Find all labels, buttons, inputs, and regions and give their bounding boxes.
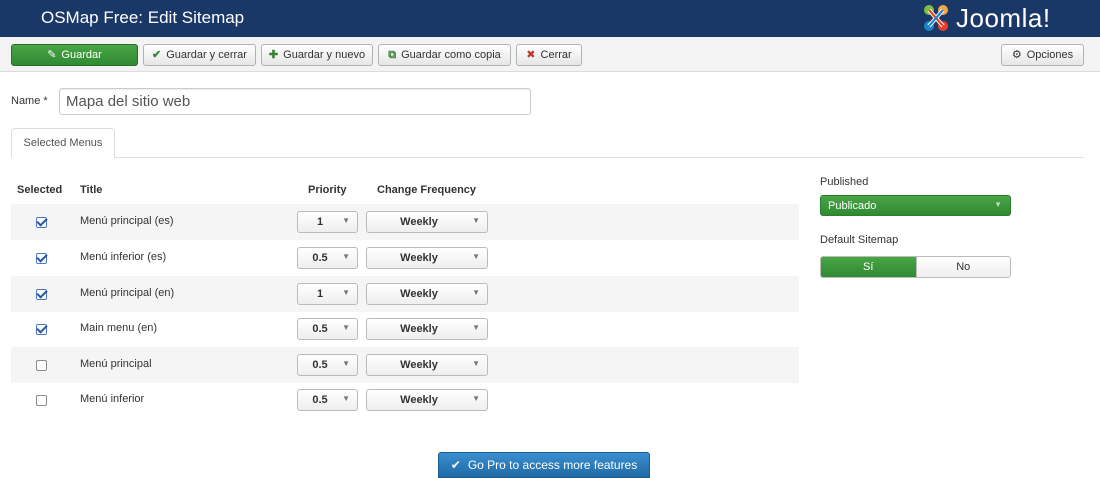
table-row: Main menu (en) 0.5 ▼ Weekly ▼ (11, 311, 799, 347)
caret-down-icon: ▼ (342, 323, 350, 332)
save-copy-button[interactable]: ⧉ Guardar como copia (378, 44, 511, 66)
name-input[interactable] (59, 88, 531, 115)
joomla-wordmark: Joomla! (956, 2, 1051, 33)
frequency-value: Weekly (400, 252, 438, 264)
caret-down-icon: ▼ (342, 288, 350, 297)
row-title: Menú principal (en) (80, 287, 175, 299)
caret-down-icon: ▼ (472, 288, 480, 297)
frequency-value: Weekly (400, 216, 438, 228)
priority-value: 0.5 (312, 252, 328, 264)
edit-icon: ✎ (47, 48, 57, 61)
column-header-priority: Priority (308, 184, 347, 196)
row-select-checkbox[interactable] (36, 289, 47, 300)
change-frequency-select[interactable]: Weekly ▼ (366, 211, 488, 233)
admin-header: OSMap Free: Edit Sitemap Joomla! (0, 0, 1100, 37)
go-pro-button[interactable]: ✔ Go Pro to access more features (438, 452, 650, 478)
default-sitemap-yes[interactable]: Sí (821, 257, 916, 277)
caret-down-icon: ▼ (472, 394, 480, 403)
save-close-button-label: Guardar y cerrar (166, 49, 247, 61)
caret-down-icon: ▼ (472, 216, 480, 225)
caret-down-icon: ▼ (342, 394, 350, 403)
toolbar: ✎ Guardar ✔ Guardar y cerrar ✚ Guardar y… (0, 37, 1100, 72)
frequency-value: Weekly (400, 323, 438, 335)
save-new-button[interactable]: ✚ Guardar y nuevo (261, 44, 373, 66)
row-select-checkbox[interactable] (36, 217, 47, 228)
priority-value: 1 (316, 288, 324, 300)
check-icon: ✔ (152, 48, 162, 61)
table-row: Menú principal (en) 1 ▼ Weekly ▼ (11, 276, 799, 312)
options-button-label: Opciones (1026, 49, 1074, 61)
save-copy-button-label: Guardar como copia (401, 49, 501, 61)
row-select-checkbox[interactable] (36, 324, 47, 335)
priority-value: 0.5 (312, 359, 328, 371)
save-button[interactable]: ✎ Guardar (11, 44, 138, 66)
save-new-button-label: Guardar y nuevo (283, 49, 366, 61)
table-row: Menú inferior 0.5 ▼ Weekly ▼ (11, 382, 799, 418)
caret-down-icon: ▼ (342, 359, 350, 368)
table-row: Menú principal 0.5 ▼ Weekly ▼ (11, 347, 799, 383)
gear-icon: ⚙ (1011, 48, 1022, 61)
published-label: Published (820, 176, 869, 188)
cancel-circle-icon: ✖ (526, 48, 536, 61)
close-button[interactable]: ✖ Cerrar (516, 44, 582, 66)
change-frequency-select[interactable]: Weekly ▼ (366, 318, 488, 340)
frequency-value: Weekly (400, 359, 438, 371)
save-close-button[interactable]: ✔ Guardar y cerrar (143, 44, 256, 66)
column-header-selected: Selected (17, 184, 63, 196)
row-title: Menú principal (80, 358, 152, 370)
caret-down-icon: ▼ (342, 252, 350, 261)
caret-down-icon: ▼ (472, 323, 480, 332)
change-frequency-select[interactable]: Weekly ▼ (366, 354, 488, 376)
table-row: Menú inferior (es) 0.5 ▼ Weekly ▼ (11, 240, 799, 276)
row-select-checkbox[interactable] (36, 253, 47, 264)
table-row: Menú principal (es) 1 ▼ Weekly ▼ (11, 204, 799, 240)
tab-selected-menus[interactable]: Selected Menus (11, 128, 115, 158)
check-icon: ✔ (450, 458, 461, 472)
copy-icon: ⧉ (388, 48, 397, 61)
name-label: Name * (11, 95, 48, 107)
change-frequency-select[interactable]: Weekly ▼ (366, 283, 488, 305)
caret-down-icon: ▼ (342, 216, 350, 225)
frequency-value: Weekly (400, 288, 438, 300)
column-header-title: Title (80, 184, 103, 196)
priority-select[interactable]: 0.5 ▼ (297, 389, 358, 411)
column-header-change-frequency: Change Frequency (377, 184, 477, 196)
tabs-divider (11, 157, 1084, 158)
caret-down-icon: ▼ (994, 200, 1002, 209)
row-title: Menú inferior (80, 393, 145, 405)
priority-value: 1 (316, 216, 324, 228)
change-frequency-select[interactable]: Weekly ▼ (366, 247, 488, 269)
published-value: Publicado (828, 200, 877, 212)
joomla-logo[interactable]: Joomla! (920, 1, 1051, 35)
page-title: OSMap Free: Edit Sitemap (41, 8, 245, 27)
joomla-logo-icon (924, 5, 948, 31)
default-sitemap-toggle: Sí No (820, 256, 1011, 278)
row-select-checkbox[interactable] (36, 395, 47, 406)
row-title: Menú principal (es) (80, 215, 174, 227)
priority-value: 0.5 (312, 323, 328, 335)
priority-select[interactable]: 0.5 ▼ (297, 354, 358, 376)
published-select[interactable]: Publicado ▼ (820, 195, 1011, 216)
plus-icon: ✚ (268, 48, 279, 61)
default-sitemap-no[interactable]: No (915, 257, 1010, 277)
caret-down-icon: ▼ (472, 359, 480, 368)
options-button[interactable]: ⚙ Opciones (1001, 44, 1084, 66)
priority-select[interactable]: 1 ▼ (297, 211, 358, 233)
row-select-checkbox[interactable] (36, 360, 47, 371)
frequency-value: Weekly (400, 394, 438, 406)
change-frequency-select[interactable]: Weekly ▼ (366, 389, 488, 411)
priority-select[interactable]: 0.5 ▼ (297, 318, 358, 340)
priority-select[interactable]: 0.5 ▼ (297, 247, 358, 269)
caret-down-icon: ▼ (472, 252, 480, 261)
default-sitemap-label: Default Sitemap (820, 234, 899, 246)
close-button-label: Cerrar (540, 49, 572, 61)
priority-select[interactable]: 1 ▼ (297, 283, 358, 305)
row-title: Main menu (en) (80, 322, 158, 334)
go-pro-label: Go Pro to access more features (467, 458, 638, 472)
priority-value: 0.5 (312, 394, 328, 406)
row-title: Menú inferior (es) (80, 251, 167, 263)
save-button-label: Guardar (61, 49, 102, 61)
